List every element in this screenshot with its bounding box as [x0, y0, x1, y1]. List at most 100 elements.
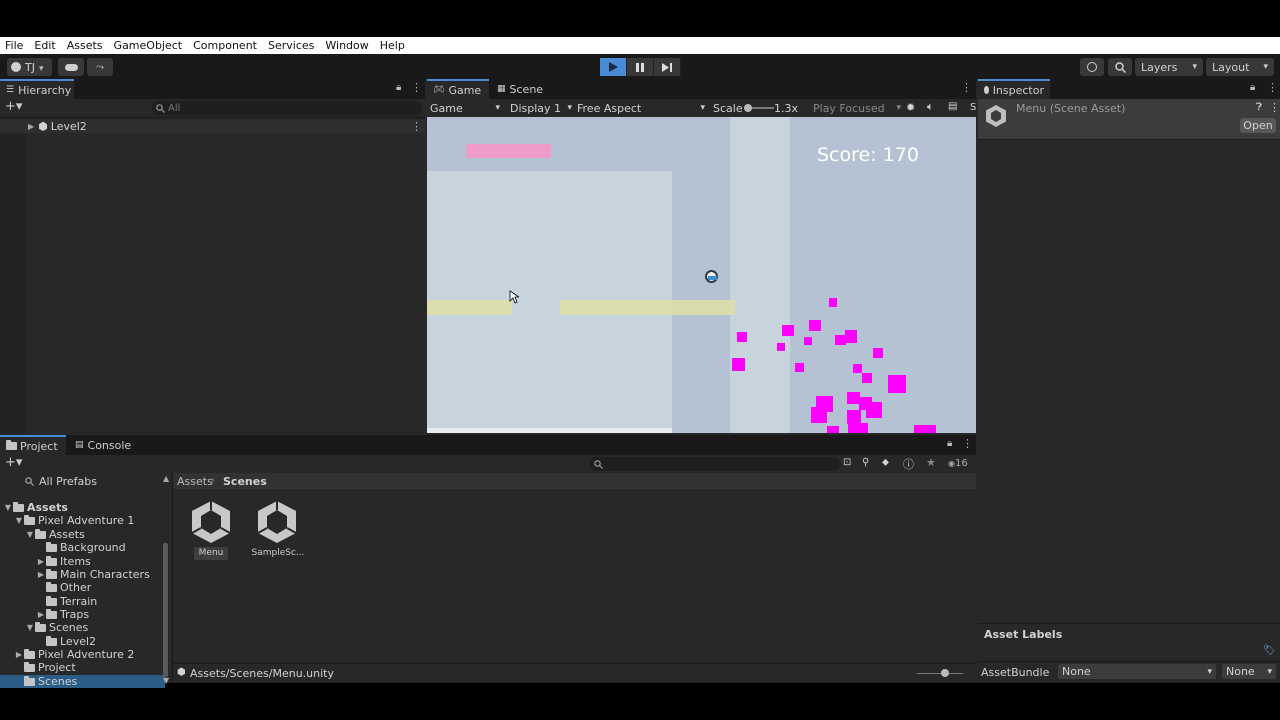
tree-folder[interactable]: Background — [36, 541, 126, 554]
layers-dropdown[interactable]: Layers ▾ — [1135, 58, 1203, 76]
kebab-menu-icon[interactable]: ⋮ — [411, 120, 422, 133]
tab-scene[interactable]: ▦ Scene — [491, 79, 553, 99]
step-button[interactable] — [654, 58, 681, 76]
settings-icon[interactable]: ⋮ — [1269, 101, 1280, 114]
tree-folder[interactable]: ▼ Assets — [25, 528, 85, 541]
asset-item[interactable]: SampleSc... — [250, 498, 306, 562]
lock-icon[interactable]: 🔒︎ — [396, 82, 401, 93]
menu-assets[interactable]: Assets — [67, 39, 103, 52]
hidden-packages-count[interactable]: ◉16 — [948, 458, 968, 469]
play-focused-dropdown[interactable]: Play Focused ▾ — [813, 100, 901, 116]
tree-folder[interactable]: ▶ Traps — [36, 608, 89, 621]
breadcrumb-scenes[interactable]: Scenes — [223, 475, 267, 488]
pause-button[interactable] — [627, 58, 654, 76]
stats-label-cut: S — [970, 102, 977, 113]
tree-folder[interactable]: Terrain — [36, 595, 97, 608]
hierarchy-search-input[interactable]: All — [152, 101, 422, 115]
account-dropdown[interactable]: TJ — [7, 58, 52, 76]
collab-icon: ⤳ — [96, 61, 104, 73]
tree-folder[interactable]: ▼ Scenes — [25, 621, 88, 634]
search-mode-icon[interactable]: ⊡ — [843, 457, 851, 468]
collab-button[interactable]: ⤳ — [87, 58, 113, 76]
tree-scrollbar-thumb[interactable] — [163, 543, 168, 677]
tab-project[interactable]: Project — [0, 435, 66, 455]
tree-folder[interactable]: ▼ Assets — [3, 501, 68, 514]
tree-folder[interactable]: Project — [14, 661, 76, 674]
layout-dropdown[interactable]: Layout ▾ — [1206, 58, 1274, 76]
help-icon[interactable]: ❓︎ — [1256, 102, 1262, 113]
search-button[interactable] — [1108, 58, 1132, 76]
undo-history-button[interactable] — [1080, 58, 1104, 76]
scroll-down-arrow-icon[interactable]: ▼ — [163, 676, 169, 685]
chevron-down-icon: ▾ — [567, 103, 572, 113]
stats-icon[interactable]: ▤ — [948, 101, 957, 112]
folder-label: Scenes — [49, 621, 89, 634]
hierarchy-scene-row[interactable]: ▶ ⬢ Level2 ⋮ — [0, 120, 425, 133]
tab-game[interactable]: 🎮︎ Game — [427, 79, 489, 99]
icon-size-slider-thumb[interactable] — [941, 669, 949, 677]
tree-folder[interactable]: Other — [36, 581, 91, 594]
menu-help[interactable]: Help — [380, 39, 405, 52]
tab-inspector[interactable]: Inspector — [978, 79, 1050, 99]
game-mode-dropdown[interactable]: Game ▾ — [430, 100, 500, 116]
info-icon[interactable]: ⓘ — [903, 456, 914, 472]
gamepad-icon: 🎮︎ — [433, 85, 445, 95]
particle — [873, 348, 883, 358]
tree-folder[interactable]: Level2 — [36, 635, 96, 648]
scale-slider-thumb[interactable] — [744, 104, 752, 112]
tree-folder[interactable]: ▶ Main Characters — [36, 568, 150, 581]
add-icon[interactable]: +▾ — [5, 99, 22, 114]
tree-folder[interactable]: ▶ Pixel Adventure 2 — [14, 648, 134, 661]
asset-item[interactable]: Menu — [188, 498, 236, 562]
play-button[interactable] — [600, 58, 627, 76]
scroll-up-arrow-icon[interactable]: ▲ — [163, 474, 169, 483]
menu-window[interactable]: Window — [325, 39, 368, 52]
menu-gameobject[interactable]: GameObject — [114, 39, 183, 52]
kebab-menu-icon[interactable]: ⋮ — [1267, 81, 1278, 94]
label-tag-icon[interactable]: 🏷︎ — [1263, 645, 1276, 656]
icon-size-slider[interactable] — [917, 669, 963, 677]
kebab-menu-icon[interactable]: ⋮ — [962, 437, 973, 450]
kebab-menu-icon[interactable]: ⋮ — [961, 81, 972, 94]
folder-icon — [46, 635, 57, 646]
tree-folder[interactable]: ▶ Items — [36, 555, 91, 568]
aspect-dropdown[interactable]: Free Aspect ▾ — [577, 100, 705, 116]
scale-slider-track[interactable] — [744, 104, 774, 112]
folder-icon — [35, 621, 46, 632]
inspector-header: Menu (Scene Asset) ❓︎ ⋮ Open — [978, 99, 1280, 139]
mute-audio-icon[interactable]: 🔈︎ — [927, 100, 934, 114]
tab-scene-label: Scene — [509, 82, 544, 96]
favorite-star-icon[interactable]: ★ — [926, 456, 936, 469]
breadcrumb-assets[interactable]: Assets — [177, 475, 213, 488]
bug-icon[interactable]: ✹ — [906, 101, 915, 114]
cloud-button[interactable] — [58, 58, 84, 76]
folder-label: Scenes — [38, 675, 78, 688]
filter-by-type-icon[interactable]: ⚲ — [862, 457, 869, 468]
favorites-all-prefabs[interactable]: All Prefabs — [25, 475, 97, 488]
folder-label: Pixel Adventure 2 — [38, 648, 135, 661]
game-canvas[interactable]: Score: 170 — [427, 117, 976, 433]
lock-icon[interactable]: 🔒︎ — [1250, 82, 1255, 93]
asset-browser: Assets › Scenes Menu SampleSc... ⬢ Asset… — [173, 473, 976, 683]
menu-component[interactable]: Component — [193, 39, 257, 52]
kebab-menu-icon[interactable]: ⋮ — [411, 81, 422, 94]
step-icon — [662, 62, 672, 72]
asset-bundle-dropdown[interactable]: None ▾ — [1058, 664, 1216, 679]
tab-hierarchy[interactable]: ☰ Hierarchy — [0, 79, 74, 99]
filter-by-label-icon[interactable]: ⬥ — [882, 457, 889, 468]
chevron-right-icon: ▶ — [37, 610, 45, 619]
asset-variant-dropdown[interactable]: None ▾ — [1222, 664, 1276, 679]
tree-folder-selected[interactable]: Scenes — [0, 675, 165, 688]
menu-file[interactable]: File — [5, 39, 23, 52]
tree-folder[interactable]: ▼ Pixel Adventure 1 — [14, 514, 134, 527]
menu-edit[interactable]: Edit — [34, 39, 55, 52]
info-icon — [984, 86, 989, 94]
tab-console[interactable]: ▤ Console — [69, 435, 139, 455]
unity-scene-icon — [986, 105, 1006, 127]
open-button[interactable]: Open — [1240, 118, 1276, 133]
lock-icon[interactable]: 🔒︎ — [947, 438, 952, 449]
project-search-input[interactable] — [590, 457, 840, 471]
menu-services[interactable]: Services — [268, 39, 314, 52]
display-dropdown[interactable]: Display 1 ▾ — [510, 100, 572, 116]
add-icon[interactable]: +▾ — [5, 455, 22, 470]
